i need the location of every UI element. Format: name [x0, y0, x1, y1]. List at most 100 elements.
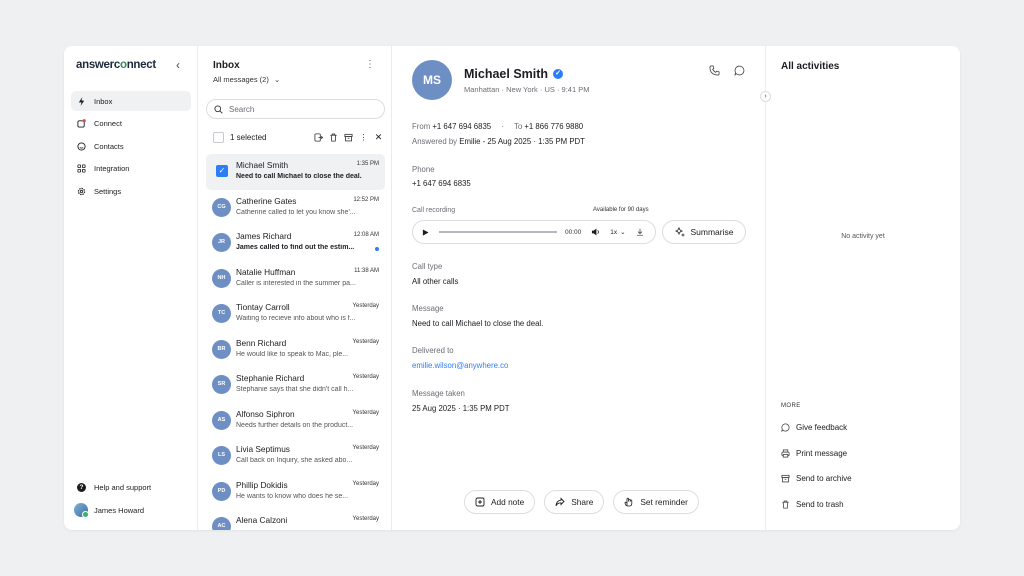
download-icon[interactable] [636, 228, 644, 236]
list-item[interactable]: AC Alena Calzoni Yesterday ... [206, 509, 385, 530]
trash-icon[interactable] [329, 133, 338, 142]
user-profile[interactable]: James Howard [74, 503, 144, 518]
to-label: To [513, 122, 523, 131]
list-item[interactable]: NH Natalie Huffman 11:38 AM Caller is in… [206, 261, 385, 297]
contact-actions [709, 65, 745, 77]
export-icon[interactable] [314, 132, 324, 142]
chevron-left-icon[interactable]: ‹ [176, 58, 180, 72]
taken-value: 25 Aug 2025 · 1:35 PM PDT [412, 404, 510, 413]
more-vertical-icon[interactable]: ⋮ [359, 133, 368, 142]
message-time: Yesterday [352, 445, 379, 451]
avatar: TC [212, 304, 231, 323]
message-filter-dropdown[interactable]: All messages (2) ⌄ [213, 75, 280, 84]
question-icon: ? [77, 483, 86, 492]
sender-name: Michael Smith [236, 160, 289, 170]
list-item[interactable]: CG Catherine Gates 12:52 PM Catherine ca… [206, 190, 385, 226]
playback-speed[interactable]: 1x ⌄ [610, 228, 626, 237]
message-time: Yesterday [352, 374, 379, 380]
message-preview: Needs further details on the product... [236, 421, 354, 429]
sender-name: Natalie Huffman [236, 266, 296, 277]
avatar: BR [212, 339, 231, 359]
message-preview: Catherine called to let you know she'... [236, 208, 356, 216]
list-item[interactable]: JR James Richard 12:08 AM James called t… [206, 225, 385, 261]
message-time: 1:35 PM [356, 161, 379, 167]
message-time: 12:08 AM [353, 232, 379, 238]
summarise-label: Summarise [690, 227, 734, 237]
send-to-trash-button[interactable]: Send to trash [781, 500, 844, 509]
filter-label: All messages (2) [213, 75, 269, 84]
lightning-icon [78, 96, 85, 106]
list-item[interactable]: LS Livia Septimus Yesterday Call back on… [206, 438, 385, 474]
select-all-checkbox[interactable] [213, 131, 224, 143]
sidebar: answerconnect ‹ Inbox Connect Contacts I… [64, 46, 198, 530]
sidebar-item-label: Settings [94, 186, 122, 196]
sidebar-item-inbox[interactable]: Inbox [71, 91, 191, 111]
share-button[interactable]: Share [544, 490, 605, 514]
list-item[interactable]: PD Phillip Dokidis Yesterday He wants to… [206, 474, 385, 510]
add-note-button[interactable]: Add note [464, 490, 536, 514]
search-icon [214, 104, 223, 114]
call-type-label: Call type [412, 262, 443, 271]
phone-icon[interactable] [709, 65, 720, 76]
give-feedback-button[interactable]: Give feedback [781, 423, 847, 432]
contact-name: Michael Smith [464, 67, 549, 81]
taken-label: Message taken [412, 389, 465, 398]
list-item[interactable]: ✓ Michael Smith 1:35 PM Need to call Mic… [206, 154, 385, 190]
chevron-down-icon: ⌄ [620, 229, 626, 236]
print-message-button[interactable]: Print message [781, 449, 847, 458]
sidebar-item-integration[interactable]: Integration [71, 159, 191, 179]
share-label: Share [571, 497, 594, 507]
send-to-archive-button[interactable]: Send to archive [781, 474, 852, 483]
sidebar-item-connect[interactable]: Connect [71, 114, 191, 134]
set-reminder-button[interactable]: Set reminder [613, 490, 699, 514]
play-icon[interactable] [422, 228, 429, 236]
message-time: Yesterday [352, 409, 379, 416]
activity-title: All activities [781, 61, 840, 72]
sparkle-icon [674, 227, 684, 237]
trash-label: Send to trash [796, 500, 844, 509]
list-item[interactable]: TC Tiontay Carroll Yesterday Waiting to … [206, 296, 385, 332]
sidebar-item-contacts[interactable]: Contacts [71, 136, 191, 156]
list-item[interactable]: BR Benn Richard Yesterday He would like … [206, 332, 385, 368]
answered-by: Answered by Emilie - 25 Aug 2025 · 1:35 … [412, 137, 585, 146]
archive-icon [781, 474, 790, 483]
inbox-panel: Inbox ⋮ All messages (2) ⌄ 1 selected ⋮ … [198, 46, 392, 530]
sidebar-item-settings[interactable]: Settings [71, 181, 191, 201]
share-icon [555, 497, 565, 507]
message-time: Yesterday [352, 516, 379, 522]
contact-location: Manhattan · New York · US · 9:41 PM [464, 85, 590, 94]
message-detail: MS Michael Smith ✓ Manhattan · New York … [392, 46, 766, 530]
archive-icon[interactable] [344, 133, 353, 142]
more-vertical-icon[interactable]: ⋮ [365, 59, 375, 70]
print-label: Print message [796, 449, 848, 458]
answered-label: Answered by [412, 137, 458, 146]
chevron-right-icon[interactable]: › [760, 91, 771, 102]
phone-label: Phone [412, 165, 435, 174]
help-and-support-link[interactable]: ? Help and support [77, 483, 151, 492]
from-label: From [412, 122, 431, 131]
connect-icon [77, 119, 86, 128]
smile-icon [77, 141, 86, 151]
volume-icon[interactable] [591, 228, 600, 236]
sidebar-item-label: Integration [94, 164, 130, 173]
sidebar-item-label: Inbox [94, 96, 113, 106]
selected-count: 1 selected [230, 132, 267, 142]
chat-icon[interactable] [734, 65, 745, 77]
list-item[interactable]: AS Alfonso Siphron Yesterday Needs furth… [206, 403, 385, 439]
message-preview: Waiting to recieve info about who is f..… [236, 315, 356, 322]
list-item[interactable]: SR Stephanie Richard Yesterday Stephanie… [206, 367, 385, 403]
player-time: 00:00 [565, 228, 582, 236]
avatar: MS [412, 60, 452, 100]
delivered-email-link[interactable]: emilie.wilson@anywhere.co [412, 361, 508, 370]
avatar: SR [212, 375, 231, 394]
close-icon[interactable]: ✕ [374, 132, 383, 142]
selection-toolbar: 1 selected ⋮ ✕ [213, 130, 383, 144]
audio-progress[interactable] [439, 231, 557, 233]
search-input[interactable] [229, 104, 369, 114]
gear-icon [77, 187, 86, 195]
summarise-button[interactable]: Summarise [662, 220, 746, 244]
speed-label: 1x [610, 228, 618, 236]
chevron-down-icon: ⌄ [273, 75, 281, 84]
check-icon[interactable]: ✓ [216, 165, 228, 177]
activity-panel: All activities No activity yet MORE Give… [766, 46, 960, 530]
